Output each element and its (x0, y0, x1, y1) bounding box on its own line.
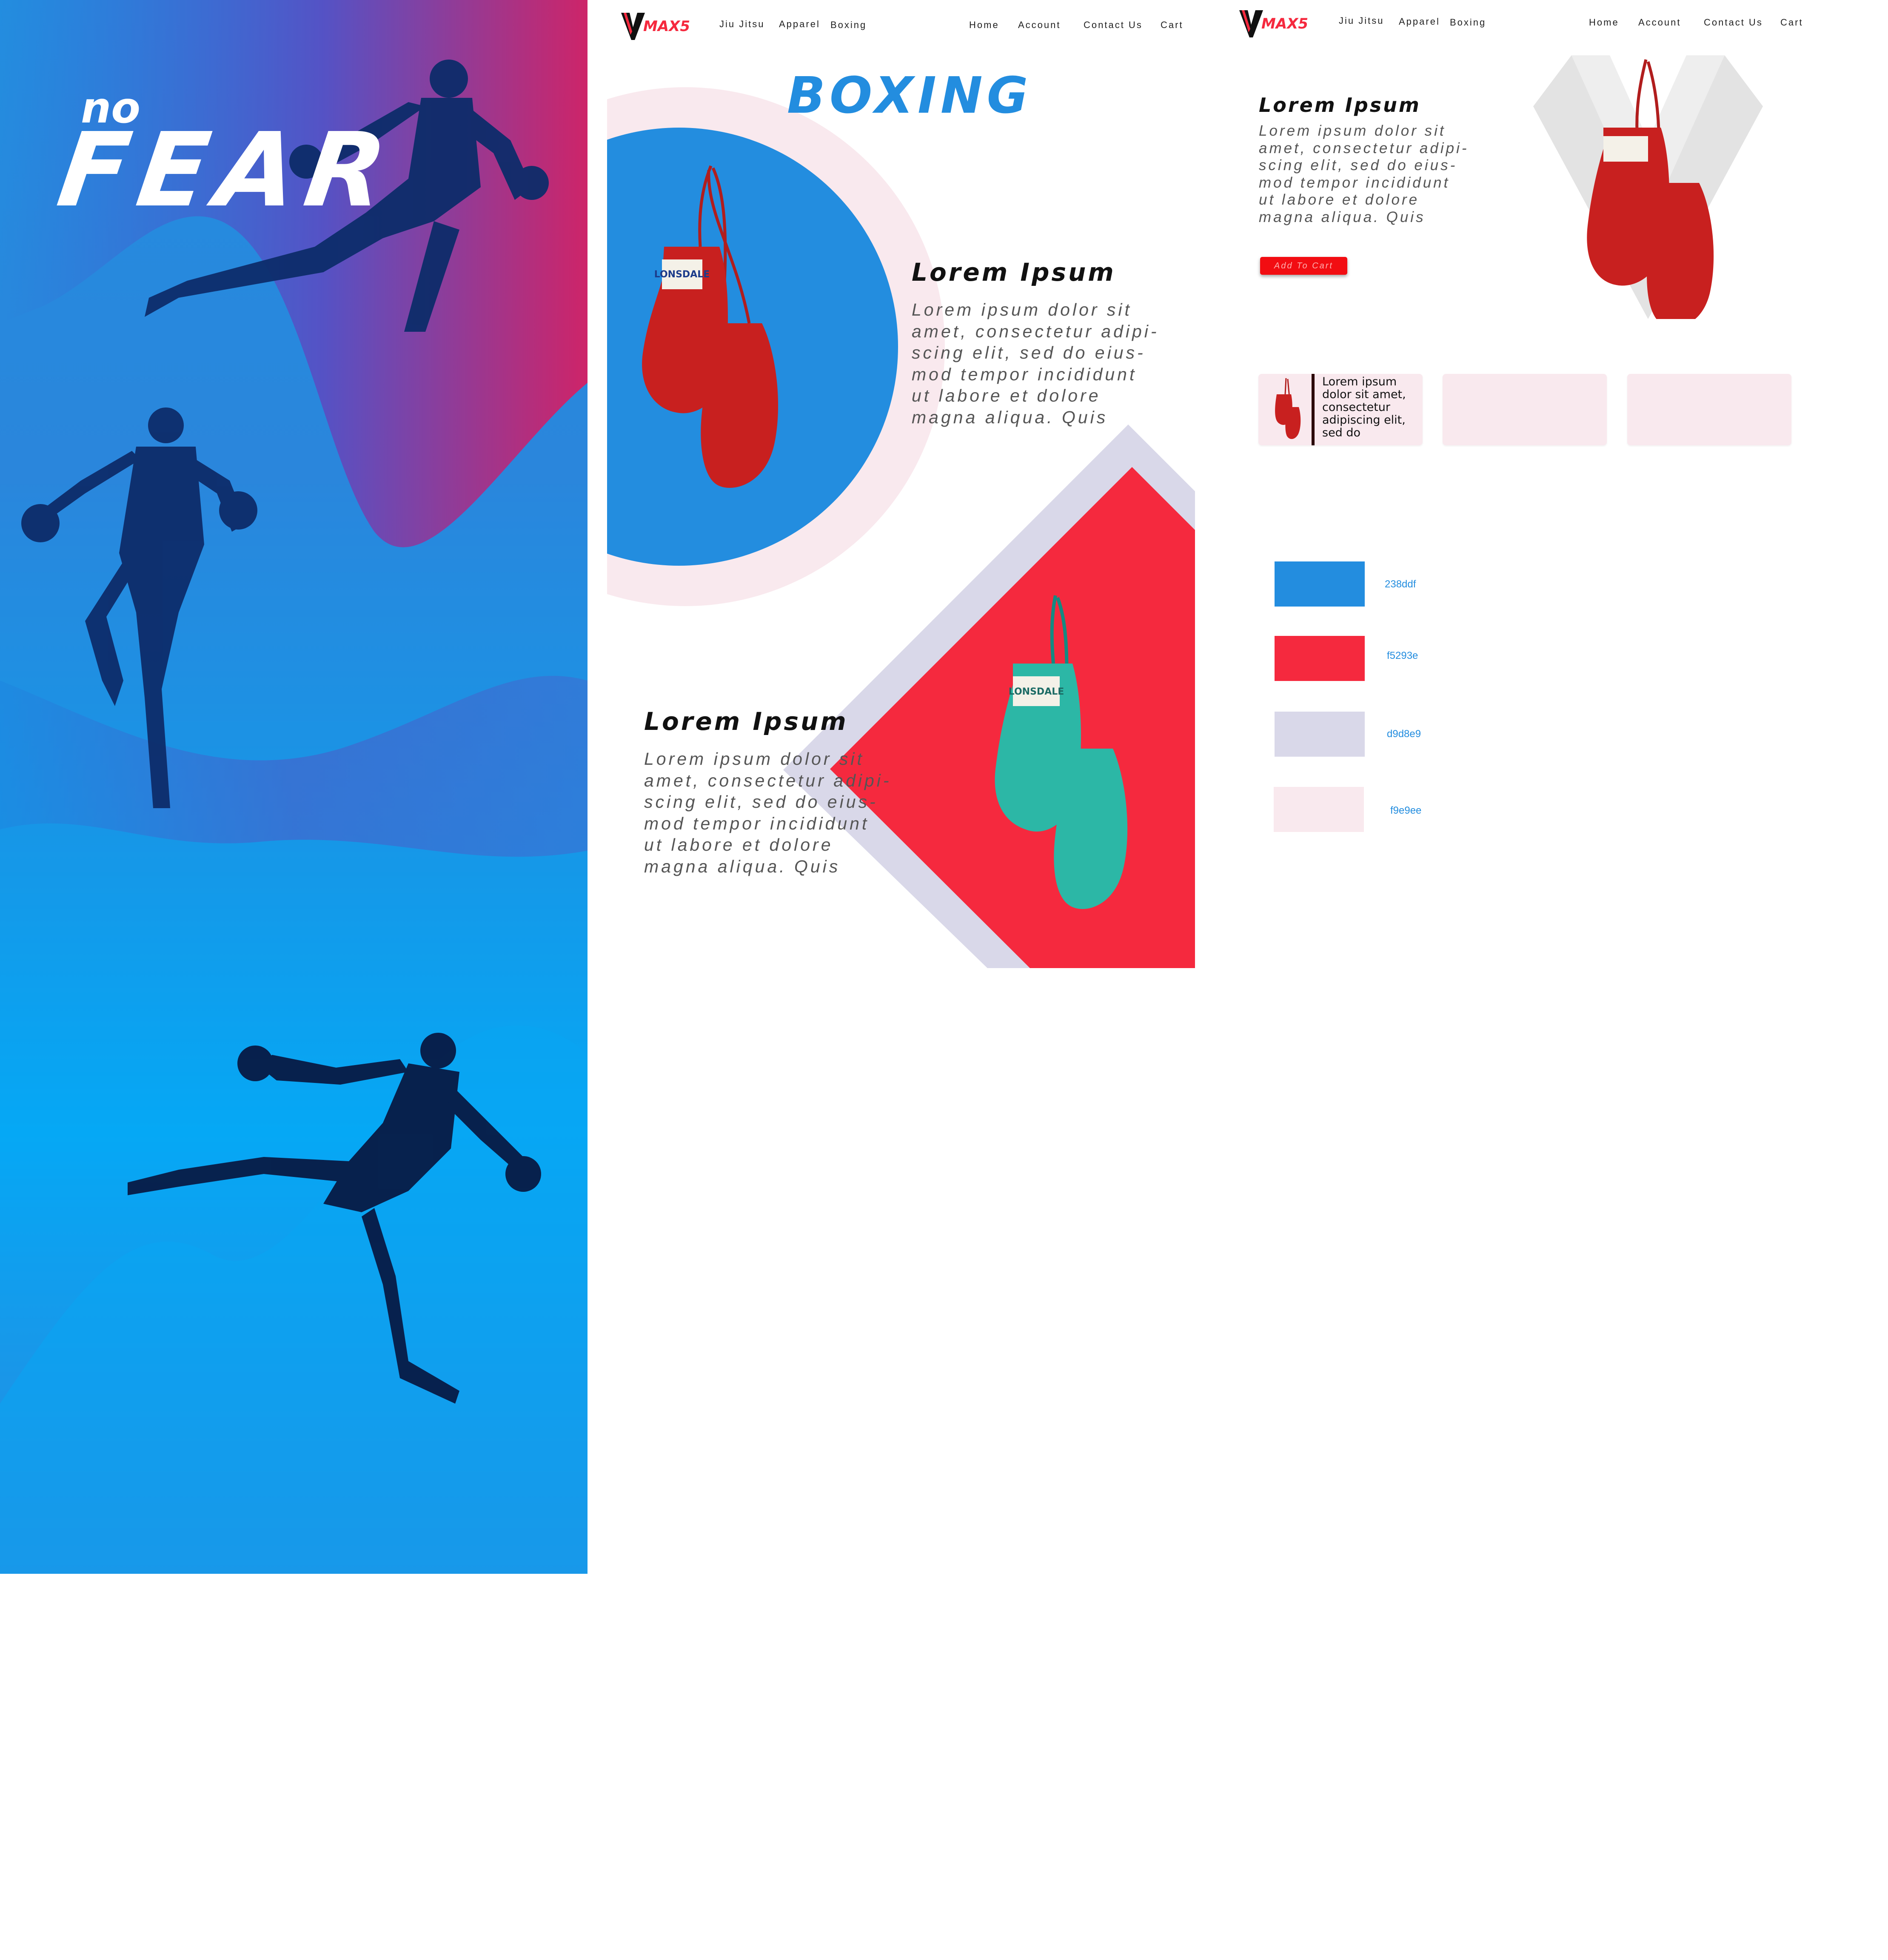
section1-body: Lorem ipsum dolor sit amet, consectetur … (912, 300, 1159, 427)
product-description: Lorem ipsum dolor sit amet, consectetur … (1259, 122, 1469, 225)
nav-home[interactable]: Home (1589, 17, 1619, 28)
product-card-1[interactable]: Lorem ipsum dolor sit amet, consectetur … (1258, 374, 1423, 445)
swatch-label-pink: f9e9ee (1390, 805, 1422, 816)
nav-home[interactable]: Home (969, 20, 999, 31)
boxing-page-mockup: MAX5 Jiu Jitsu Apparel Boxing Home Accou… (588, 0, 1195, 978)
logo-v-icon (621, 13, 645, 40)
nav-contact-us[interactable]: Contact Us (1704, 17, 1763, 28)
logo[interactable]: MAX5 (620, 9, 690, 43)
color-palette: 238ddf f5293e d9d8e9 f9e9ee (1274, 561, 1487, 842)
swatch-lavender (1275, 712, 1365, 757)
product-card-3[interactable] (1627, 374, 1791, 445)
nav-apparel[interactable]: Apparel (1399, 16, 1440, 27)
card-divider (1312, 374, 1315, 445)
red-boxing-gloves-image: LONSDALE (642, 165, 779, 488)
swatch-pink (1274, 787, 1364, 832)
glove-brand-label: LONSDALE (654, 269, 710, 280)
product-heading: Lorem Ipsum (1259, 94, 1421, 117)
poster-gradient-waves (0, 0, 588, 1574)
section1-heading: Lorem Ipsum (912, 258, 1116, 287)
product-gloves-image (1533, 55, 1763, 319)
logo-text: MAX5 (1261, 15, 1309, 32)
nav-jiu-jitsu[interactable]: Jiu Jitsu (1339, 15, 1384, 26)
no-fear-poster: no FEAR (0, 0, 588, 1574)
card-gloves-thumbnail (1275, 378, 1301, 439)
teal-boxing-gloves-image: LONSDALE (995, 595, 1128, 909)
poster-word-fear: FEAR (51, 111, 403, 230)
nav-cart[interactable]: Cart (1780, 17, 1803, 28)
product-page-mockup: MAX5 Jiu Jitsu Apparel Boxing Home Accou… (1195, 0, 1888, 978)
logo[interactable]: MAX5 (1238, 7, 1309, 41)
section2-body: Lorem ipsum dolor sit amet, consectetur … (644, 749, 892, 876)
add-to-cart-button[interactable]: Add To Cart (1260, 257, 1347, 275)
nav-apparel[interactable]: Apparel (779, 19, 820, 30)
glove-brand-label-teal: LONSDALE (1009, 687, 1064, 697)
swatch-label-lavender: d9d8e9 (1387, 728, 1421, 740)
product-card-2[interactable] (1443, 374, 1607, 445)
nav-account[interactable]: Account (1018, 20, 1061, 31)
nav-cart[interactable]: Cart (1161, 20, 1184, 31)
nav-account[interactable]: Account (1638, 17, 1681, 28)
swatch-red (1275, 636, 1365, 681)
page-title: BOXING (787, 66, 1032, 125)
logo-text: MAX5 (643, 18, 690, 35)
swatch-blue (1275, 561, 1365, 607)
logo-v-icon (1239, 10, 1263, 37)
card-description: Lorem ipsum dolor sit amet, consectetur … (1322, 375, 1406, 439)
nav-boxing[interactable]: Boxing (830, 20, 867, 31)
nav-contact-us[interactable]: Contact Us (1084, 20, 1143, 31)
nav-boxing[interactable]: Boxing (1450, 17, 1486, 28)
swatch-label-blue: 238ddf (1385, 578, 1416, 590)
nav-jiu-jitsu[interactable]: Jiu Jitsu (719, 19, 764, 30)
swatch-label-red: f5293e (1387, 650, 1418, 661)
section2-heading: Lorem Ipsum (644, 707, 848, 736)
